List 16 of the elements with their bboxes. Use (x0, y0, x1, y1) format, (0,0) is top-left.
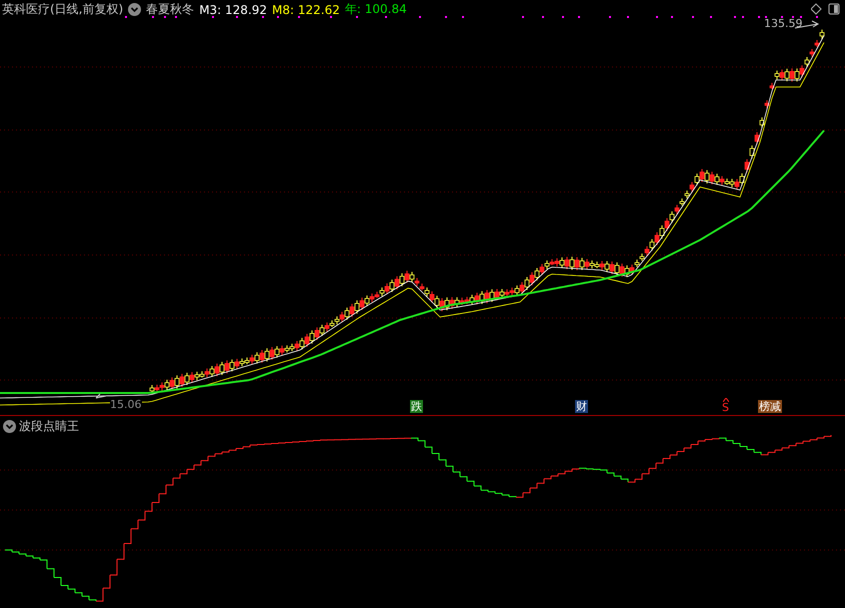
signal-badge: 跌 (410, 400, 423, 413)
caret-icon (723, 398, 729, 402)
stock-title: 英科医疗(日线,前复权) (2, 1, 124, 18)
indicator-value: 年: 100.84 (344, 1, 407, 18)
high-price-label: 135.59 (764, 17, 802, 30)
dropdown-icon[interactable] (3, 420, 16, 433)
indicator-value: M3: 128.92 (199, 2, 268, 16)
signal-badge: 财 (575, 400, 588, 413)
indicator-value: M8: 122.62 (272, 2, 340, 16)
diamond-and-panel-icons[interactable] (811, 3, 841, 15)
signal-badge: 榜减 (758, 400, 782, 413)
indicator-name: 春夏秋冬 (146, 1, 194, 18)
lower-panel-title: 波段点睛王 (19, 418, 79, 435)
low-price-label: 15.06 (110, 399, 142, 411)
signal-letter: S (722, 402, 729, 414)
dropdown-icon[interactable] (128, 3, 142, 16)
